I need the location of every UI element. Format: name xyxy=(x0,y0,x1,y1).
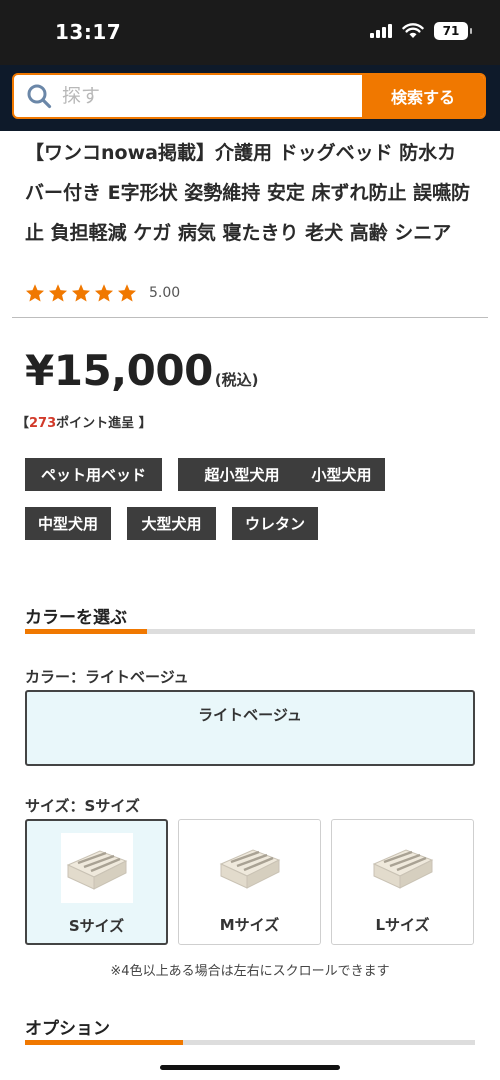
tag-small-dog[interactable]: 小型犬用 xyxy=(298,458,385,491)
product-title: 【ワンコnowa掲載】介護用 ドッグベッド 防水カバー付き E字形状 姿勢維持 … xyxy=(25,142,471,244)
star-icon xyxy=(49,284,67,302)
product-thumbnail xyxy=(60,833,133,903)
price: ¥15,000 xyxy=(25,346,213,395)
search-header: 検索する xyxy=(0,65,500,131)
product-thumbnail xyxy=(213,832,286,902)
option-section-progress xyxy=(25,1040,475,1045)
color-label: カラー：ライトベージュ xyxy=(25,668,189,686)
color-section-heading: カラーを選ぶ xyxy=(25,608,127,628)
size-option-l[interactable]: Lサイズ xyxy=(331,819,474,945)
home-indicator[interactable] xyxy=(160,1065,340,1070)
points-info: 【273ポイント進呈 】 xyxy=(16,412,152,431)
battery-icon: 71 xyxy=(434,22,472,40)
divider xyxy=(12,317,488,318)
points-value: 273 xyxy=(29,416,57,431)
dog-bed-image xyxy=(219,849,280,889)
tag-large-dog[interactable]: 大型犬用 xyxy=(127,507,216,540)
status-time: 13:17 xyxy=(55,20,122,44)
option-section-progress-fill xyxy=(25,1040,183,1045)
search-input[interactable] xyxy=(62,85,322,107)
status-bar: 13:17 71 xyxy=(0,0,500,65)
search-input-wrap xyxy=(14,75,362,117)
color-option-label: ライトベージュ xyxy=(198,706,302,724)
product-thumbnail xyxy=(366,832,439,902)
tax-note: (税込) xyxy=(214,371,259,389)
cellular-signal-icon xyxy=(370,24,392,38)
size-label: サイズ：Sサイズ xyxy=(25,797,140,815)
star-rating xyxy=(25,283,137,303)
star-icon xyxy=(26,284,44,302)
color-section-progress-fill xyxy=(25,629,147,634)
option-section-heading: オプション xyxy=(25,1019,110,1039)
rating: 5.00 xyxy=(25,283,180,303)
size-option-label: Mサイズ xyxy=(219,916,280,934)
price-row: ¥15,000 (税込) xyxy=(25,346,259,395)
dog-bed-image xyxy=(372,849,433,889)
size-option-s[interactable]: Sサイズ xyxy=(25,819,168,945)
wifi-icon xyxy=(402,23,424,38)
scroll-note: ※4色以上ある場合は左右にスクロールできます xyxy=(110,964,390,979)
tag-pet-bed[interactable]: ペット用ベッド xyxy=(25,458,162,491)
status-icons: 71 xyxy=(370,22,472,40)
rating-value: 5.00 xyxy=(149,285,181,301)
star-icon xyxy=(72,284,90,302)
size-option-label: Lサイズ xyxy=(375,916,430,934)
size-option-m[interactable]: Mサイズ xyxy=(178,819,321,945)
color-option-light-beige[interactable]: ライトベージュ xyxy=(25,690,475,766)
search-icon xyxy=(27,84,52,109)
search-bar: 検索する xyxy=(12,73,486,119)
tag-urethane[interactable]: ウレタン xyxy=(232,507,318,540)
points-suffix: ポイント進呈 】 xyxy=(56,416,152,431)
search-button[interactable]: 検索する xyxy=(362,75,484,117)
star-icon xyxy=(118,284,136,302)
star-icon xyxy=(95,284,113,302)
tag-ultra-small-dog[interactable]: 超小型犬用 xyxy=(178,458,306,491)
size-option-label: Sサイズ xyxy=(68,917,125,935)
dog-bed-image xyxy=(66,850,127,890)
color-section-progress xyxy=(25,629,475,634)
tag-medium-dog[interactable]: 中型犬用 xyxy=(25,507,111,540)
points-prefix: 【 xyxy=(16,416,30,431)
